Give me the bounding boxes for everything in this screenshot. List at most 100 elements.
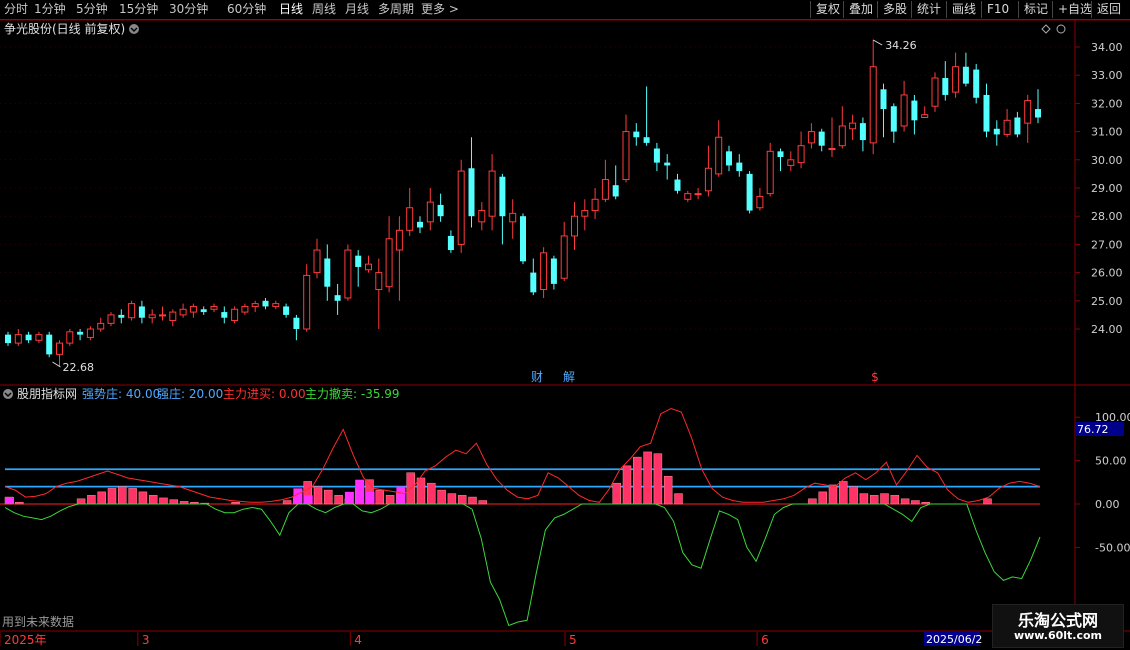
volume-bar <box>159 497 168 505</box>
candle-body <box>509 212 517 223</box>
volume-bar <box>334 495 343 505</box>
candle-body <box>200 309 207 313</box>
volume-bar <box>324 489 333 505</box>
candle-body <box>983 94 990 132</box>
volume-bar <box>87 495 96 505</box>
indicator-dropdown-icon <box>3 389 13 399</box>
candle-body <box>118 314 125 318</box>
date-label-4: 6 <box>761 633 769 647</box>
price-tick-4: 30.00 <box>1091 154 1123 167</box>
candle-body <box>777 151 784 157</box>
candle-body <box>210 305 218 310</box>
volume-bar <box>76 498 86 505</box>
volume-bar <box>468 496 477 505</box>
watermark-url: www.60lt.com <box>1013 629 1103 642</box>
low-price-label: 22.68 <box>63 361 95 374</box>
volume-bar <box>138 491 148 505</box>
candle-body <box>921 114 929 119</box>
candle-body <box>787 159 795 166</box>
volume-bar <box>900 498 910 505</box>
date-label-0: 2025年 <box>4 633 47 647</box>
candle-body <box>14 334 22 344</box>
magenta-bar <box>365 491 375 504</box>
volume-bar <box>911 500 920 505</box>
price-tick-5: 29.00 <box>1091 182 1123 195</box>
candle-body <box>251 303 259 307</box>
candle-body <box>66 331 74 344</box>
candle-body <box>334 295 341 301</box>
candle-body <box>571 215 578 237</box>
volume-bar <box>839 481 848 505</box>
magenta-bar <box>396 486 406 504</box>
volume-bar <box>622 465 632 505</box>
volume-bar <box>869 495 879 505</box>
volume-bar <box>983 498 992 505</box>
candle-body <box>880 89 887 110</box>
candle-body <box>622 131 630 181</box>
candle-body <box>46 334 53 355</box>
candle-body <box>437 204 444 217</box>
magenta-bar <box>303 495 313 504</box>
candle-body <box>911 100 918 121</box>
candle-body <box>612 185 619 197</box>
candle-body <box>313 249 321 274</box>
indicator-tick-2: 0.00 <box>1095 498 1120 511</box>
price-tick-1: 33.00 <box>1091 69 1123 82</box>
candle-body <box>993 128 1000 135</box>
magenta-bar <box>344 491 354 504</box>
volume-bar <box>148 495 158 505</box>
candle-body <box>581 210 589 217</box>
candle-body <box>591 198 599 212</box>
volume-bar <box>828 484 838 505</box>
volume-bar <box>169 499 179 505</box>
candle-body <box>746 173 753 211</box>
price-tick-0: 34.00 <box>1091 41 1123 54</box>
candle-body <box>159 314 166 317</box>
volume-bar <box>818 491 827 505</box>
future-data-note: 用到未来数据 <box>2 614 74 629</box>
candle-body <box>86 328 94 338</box>
candle-body <box>395 229 403 251</box>
candle-body <box>169 311 177 322</box>
candle-body <box>736 162 743 172</box>
candle-body <box>385 238 393 288</box>
candle-body <box>344 249 352 299</box>
price-tick-9: 25.00 <box>1091 295 1123 308</box>
candle-body <box>601 179 609 200</box>
candle-body <box>890 106 897 132</box>
candle-body <box>633 131 640 138</box>
date-label-2: 4 <box>354 633 362 647</box>
dropdown-icon <box>129 24 139 34</box>
candle-body <box>684 193 692 200</box>
candle-body <box>1014 117 1021 135</box>
candle-body <box>426 201 434 223</box>
candle-body <box>468 168 475 217</box>
candle-body <box>694 193 702 196</box>
candle-body <box>664 162 671 166</box>
volume-bar <box>15 502 24 505</box>
candle-body <box>5 334 11 344</box>
candle-body <box>766 150 774 195</box>
indicator-value-1: 强庄: 20.00 <box>157 386 223 401</box>
candle-body <box>25 334 32 341</box>
indicator-tick-1: 50.00 <box>1095 455 1127 468</box>
candle-body <box>148 314 156 319</box>
candle-body <box>179 308 187 316</box>
candle-body <box>283 306 290 315</box>
high-label-pointer <box>872 39 883 46</box>
candle-body <box>447 235 454 251</box>
candle-body <box>1035 109 1041 118</box>
date-label-3: 5 <box>569 633 577 647</box>
candle-body <box>674 179 681 191</box>
candle-body <box>303 274 311 330</box>
volume-bar <box>416 477 426 505</box>
candle-body <box>417 221 423 228</box>
candle-body <box>1003 119 1011 135</box>
price-tick-6: 28.00 <box>1091 210 1123 223</box>
candle-body <box>365 263 372 271</box>
volume-bar <box>633 456 642 505</box>
candle-body <box>97 322 105 330</box>
indicator-value-3: 主力撤卖: -35.99 <box>305 386 400 401</box>
diamond-icon <box>1041 24 1051 34</box>
volume-bar <box>890 495 900 505</box>
